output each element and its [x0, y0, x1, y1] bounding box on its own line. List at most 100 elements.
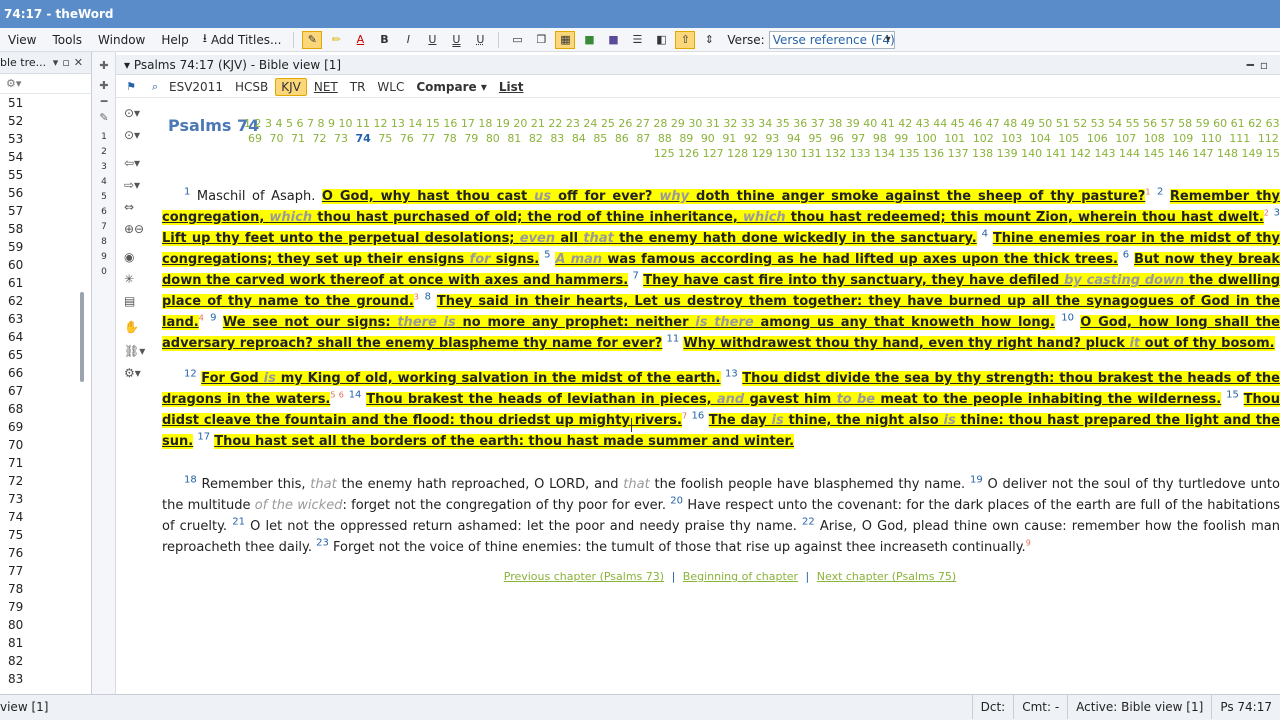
chapter-row-3[interactable]: 125 126 127 128 129 130 131 132 133 134 … — [244, 146, 1280, 161]
hand-icon[interactable]: ✋ — [124, 320, 154, 338]
list-item[interactable]: 81 — [0, 634, 91, 652]
list-item[interactable]: 62 — [0, 292, 91, 310]
list-item[interactable]: 74 — [0, 508, 91, 526]
chapter-link[interactable]: 82 — [529, 132, 543, 145]
tab-hcsb[interactable]: HCSB — [230, 79, 273, 95]
highlighter-icon[interactable]: ✏ — [326, 31, 346, 49]
list-item[interactable]: 66 — [0, 364, 91, 382]
list-item[interactable]: 83 — [0, 670, 91, 688]
collapse-icon[interactable]: ━ — [96, 94, 112, 110]
search-icon[interactable]: ⌕ — [146, 79, 164, 95]
frame-icon[interactable]: ▭ — [507, 31, 527, 49]
double-underline-icon[interactable]: U — [446, 31, 466, 49]
chapter-link[interactable]: 108 — [1144, 132, 1165, 145]
italic-icon[interactable]: I — [398, 31, 418, 49]
chapter-link[interactable]: 87 — [636, 132, 650, 145]
chapter-link[interactable]: 77 — [421, 132, 435, 145]
chapter-link[interactable]: 93 — [765, 132, 779, 145]
link-icon[interactable]: ⛓▾ — [124, 344, 154, 362]
verse-number[interactable]: 5 — [544, 250, 550, 261]
chapter-row-1[interactable]: 1 2 3 4 5 6 7 8 9 10 11 12 13 14 15 16 1… — [244, 116, 1280, 131]
verse-number[interactable]: 8 — [425, 292, 431, 303]
annotation-icon[interactable]: ✎ — [302, 30, 323, 49]
list-item[interactable]: 67 — [0, 382, 91, 400]
list-item[interactable]: 79 — [0, 598, 91, 616]
chapter-link[interactable]: 69 — [248, 132, 262, 145]
list-item[interactable]: 59 — [0, 238, 91, 256]
list-item[interactable]: 76 — [0, 544, 91, 562]
list-item[interactable]: 73 — [0, 490, 91, 508]
chapter-link[interactable]: 86 — [615, 132, 629, 145]
chapter-link[interactable]: 71 — [291, 132, 305, 145]
chapter-link[interactable]: 110 — [1201, 132, 1222, 145]
chapter-link[interactable]: 106 — [1087, 132, 1108, 145]
menu-tools[interactable]: Tools — [44, 33, 90, 47]
chapter-link[interactable]: 98 — [873, 132, 887, 145]
copy-icon[interactable]: ❐ — [531, 31, 551, 49]
chapter-link[interactable]: 102 — [973, 132, 994, 145]
tab-tr[interactable]: TR — [345, 79, 371, 95]
layout-icon[interactable]: ☰ — [627, 31, 647, 49]
verse-number[interactable]: 3 — [1274, 208, 1280, 219]
star-icon[interactable]: ✳ — [124, 272, 154, 290]
verse-number[interactable]: 16 — [692, 411, 705, 422]
chapter-link[interactable]: 83 — [550, 132, 564, 145]
chapter-link[interactable]: 84 — [572, 132, 586, 145]
eye-icon[interactable]: ◉ — [124, 250, 154, 268]
add-titles-button[interactable]: ⭳ Add Titles... — [197, 29, 288, 50]
forward-icon[interactable]: ⊙▾ — [124, 128, 154, 146]
window-layout-icon[interactable]: ◧ — [651, 31, 671, 49]
chapter-link[interactable]: 88 — [658, 132, 672, 145]
list-item[interactable]: 54 — [0, 148, 91, 166]
chapter-link[interactable]: 111 — [1229, 132, 1250, 145]
verse-number[interactable]: 15 — [1226, 390, 1239, 401]
verse-number[interactable]: 17 — [197, 432, 210, 443]
chapter-link[interactable]: 75 — [378, 132, 392, 145]
menu-view[interactable]: View — [0, 33, 44, 47]
module-icon[interactable]: ⚑ — [122, 79, 140, 95]
layout-panel-icon[interactable]: ▤ — [124, 294, 154, 312]
verse-number[interactable]: 21 — [232, 517, 245, 528]
font-color-icon[interactable]: A — [350, 31, 370, 49]
list-item[interactable]: 51 — [0, 94, 91, 112]
chapter-link[interactable]: 101 — [944, 132, 965, 145]
next-chapter-icon[interactable]: ⇨▾ — [124, 178, 154, 196]
chapter-link[interactable]: 107 — [1115, 132, 1136, 145]
bookmark-icon[interactable]: ▦ — [555, 30, 576, 49]
back-icon[interactable]: ⊙▾ — [124, 106, 154, 124]
list-item[interactable]: 55 — [0, 166, 91, 184]
current-chapter[interactable]: 74 — [356, 132, 371, 145]
chapter-link[interactable]: 103 — [1001, 132, 1022, 145]
verse-number[interactable]: 4 — [982, 229, 988, 240]
chapter-link[interactable]: 96 — [830, 132, 844, 145]
chapter-link[interactable]: 94 — [787, 132, 801, 145]
chapter-link[interactable]: 112 — [1258, 132, 1279, 145]
underline-icon[interactable]: U — [422, 31, 442, 49]
chapter-link[interactable]: 104 — [1030, 132, 1051, 145]
verse-number[interactable]: 12 — [184, 369, 197, 380]
chapter-row-2[interactable]: 69 70 71 72 73 74 75 76 77 78 79 80 81 8… — [244, 131, 1280, 146]
list-item[interactable]: 60 — [0, 256, 91, 274]
list-item[interactable]: 57 — [0, 202, 91, 220]
list-item[interactable]: 58 — [0, 220, 91, 238]
verse-number[interactable]: 23 — [316, 538, 329, 549]
bold-icon[interactable]: B — [374, 31, 394, 49]
verse-number[interactable]: 18 — [184, 475, 197, 486]
chapter-link[interactable]: 95 — [808, 132, 822, 145]
sync-fit-icon[interactable]: ⇕ — [699, 31, 719, 49]
verse-number[interactable]: 20 — [670, 496, 683, 507]
chapter-link[interactable]: 70 — [270, 132, 284, 145]
pin-icon[interactable]: ✚ — [96, 58, 112, 74]
list-item[interactable]: 52 — [0, 112, 91, 130]
menu-window[interactable]: Window — [90, 33, 153, 47]
chapter-link[interactable]: 72 — [313, 132, 327, 145]
chapter-link[interactable]: 90 — [701, 132, 715, 145]
chapter-link[interactable]: 76 — [400, 132, 414, 145]
chapter-link[interactable]: 105 — [1058, 132, 1079, 145]
prev-chapter-icon[interactable]: ⇦▾ — [124, 156, 154, 174]
chapter-link[interactable]: 92 — [744, 132, 758, 145]
verse-number[interactable]: 11 — [666, 334, 679, 345]
verse-number[interactable]: 14 — [349, 390, 362, 401]
view-controls[interactable]: ━▫ — [1247, 55, 1274, 75]
chapter-link[interactable]: 99 — [894, 132, 908, 145]
